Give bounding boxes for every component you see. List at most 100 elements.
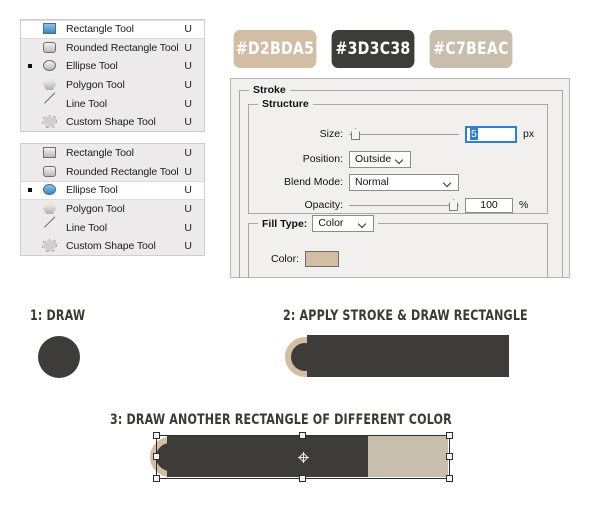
- tool-item-rectangle[interactable]: Rectangle Tool U: [21, 20, 204, 39]
- stroke-group: Stroke Structure Size: 5 px Position: Ou…: [239, 84, 563, 277]
- reference-point-icon[interactable]: [297, 451, 309, 463]
- structure-group: Structure Size: 5 px Position: Outside B…: [248, 98, 548, 214]
- tool-item-custom-shape[interactable]: Custom Shape Tool U: [21, 237, 204, 256]
- tool-item-shortcut: U: [184, 116, 192, 129]
- handle-middle-right[interactable]: [446, 453, 453, 460]
- line-icon: [41, 97, 61, 111]
- color-row: Color:: [249, 250, 547, 268]
- tool-item-custom-shape[interactable]: Custom Shape Tool U: [21, 113, 204, 132]
- active-tool-bullet: [28, 188, 32, 193]
- color-swatch[interactable]: #C7BEAC: [429, 30, 513, 68]
- blend-mode-select[interactable]: Normal: [349, 173, 459, 191]
- position-select[interactable]: Outside: [349, 150, 411, 168]
- tool-item-shortcut: U: [184, 60, 192, 73]
- stroke-group-title: Stroke: [249, 84, 290, 96]
- handle-top-right[interactable]: [446, 432, 453, 439]
- tool-item-rounded-rectangle[interactable]: Rounded Rectangle Tool U: [21, 39, 204, 58]
- opacity-label: Opacity:: [304, 199, 343, 211]
- color-swatch[interactable]: #3D3C38: [331, 30, 415, 68]
- rounded-rectangle-icon: [41, 41, 61, 55]
- polygon-icon: [41, 78, 61, 92]
- fill-type-group: Fill Type: Color Color:: [248, 215, 548, 277]
- position-value: Outside: [355, 152, 392, 165]
- chevron-down-icon: [444, 179, 452, 187]
- tool-item-ellipse[interactable]: Ellipse Tool U: [21, 181, 204, 200]
- opacity-slider-knob[interactable]: [449, 199, 458, 211]
- step-2-caption: 2: APPLY STROKE & DRAW RECTANGLE: [283, 308, 528, 324]
- position-label: Position:: [302, 153, 343, 165]
- tool-item-label: Rectangle Tool: [66, 23, 134, 36]
- tool-item-shortcut: U: [184, 184, 192, 197]
- tool-item-polygon[interactable]: Polygon Tool U: [21, 200, 204, 219]
- tool-item-label: Custom Shape Tool: [66, 240, 156, 253]
- structure-group-title: Structure: [258, 98, 313, 110]
- line-icon: [41, 221, 61, 235]
- chevron-down-icon: [359, 220, 367, 228]
- ellipse-icon: [41, 59, 61, 73]
- opacity-slider[interactable]: [349, 198, 459, 212]
- tool-item-label: Line Tool: [66, 221, 107, 234]
- color-swatch[interactable]: #D2BDA5: [233, 30, 317, 68]
- tool-item-label: Ellipse Tool: [66, 184, 118, 197]
- opacity-unit: %: [519, 199, 529, 211]
- handle-top-center[interactable]: [299, 432, 306, 439]
- step-3-caption: 3: DRAW ANOTHER RECTANGLE OF DIFFERENT C…: [110, 412, 452, 428]
- size-row: Size: 5 px: [249, 125, 547, 143]
- tool-item-label: Ellipse Tool: [66, 60, 118, 73]
- opacity-input[interactable]: 100: [465, 197, 513, 213]
- rounded-rectangle-icon: [41, 165, 61, 179]
- layer-style-stroke-dialog: Stroke Structure Size: 5 px Position: Ou…: [230, 78, 570, 278]
- fill-type-select[interactable]: Color: [312, 215, 375, 232]
- tool-item-shortcut: U: [184, 221, 192, 234]
- blend-mode-label: Blend Mode:: [284, 176, 343, 188]
- rectangle-icon: [41, 22, 61, 36]
- tool-item-rounded-rectangle[interactable]: Rounded Rectangle Tool U: [21, 163, 204, 182]
- active-tool-bullet: [28, 64, 32, 69]
- size-slider-knob[interactable]: [351, 128, 360, 140]
- size-input[interactable]: 5: [465, 125, 517, 143]
- color-label: Color:: [270, 253, 299, 265]
- tool-item-line[interactable]: Line Tool U: [21, 218, 204, 237]
- blend-mode-value: Normal: [355, 175, 389, 188]
- handle-middle-left[interactable]: [153, 453, 160, 460]
- handle-bottom-center[interactable]: [299, 475, 306, 482]
- ellipse-icon: [41, 183, 61, 197]
- step-1-circle: [38, 336, 80, 378]
- handle-top-left[interactable]: [153, 432, 160, 439]
- tool-item-shortcut: U: [184, 23, 192, 36]
- custom-shape-icon: [41, 115, 61, 129]
- tool-item-shortcut: U: [184, 240, 192, 253]
- custom-shape-icon: [41, 239, 61, 253]
- tool-item-shortcut: U: [184, 147, 192, 160]
- tool-item-shortcut: U: [184, 203, 192, 216]
- tool-item-label: Polygon Tool: [66, 203, 125, 216]
- handle-bottom-left[interactable]: [153, 475, 160, 482]
- tool-item-line[interactable]: Line Tool U: [21, 94, 204, 113]
- step-2-rectangle: [307, 335, 509, 377]
- fill-type-label: Fill Type:: [262, 217, 308, 230]
- stroke-color-chip[interactable]: [305, 251, 339, 267]
- blend-mode-row: Blend Mode: Normal: [249, 173, 547, 191]
- size-slider[interactable]: [349, 127, 459, 141]
- size-label: Size:: [319, 128, 343, 140]
- polygon-icon: [41, 202, 61, 216]
- tool-item-ellipse[interactable]: Ellipse Tool U: [21, 57, 204, 76]
- position-row: Position: Outside: [249, 150, 547, 168]
- size-slider-track: [349, 134, 459, 135]
- fill-type-header: Fill Type: Color: [258, 215, 379, 232]
- handle-bottom-right[interactable]: [446, 475, 453, 482]
- shape-tools-flyout-2[interactable]: Rectangle Tool U Rounded Rectangle Tool …: [20, 143, 205, 256]
- shape-tools-flyout-1[interactable]: Rectangle Tool U Rounded Rectangle Tool …: [20, 19, 205, 132]
- rectangle-icon: [41, 146, 61, 160]
- tool-item-polygon[interactable]: Polygon Tool U: [21, 76, 204, 95]
- step-1-caption: 1: DRAW: [30, 308, 86, 324]
- transform-selection-box[interactable]: [153, 432, 453, 482]
- tool-item-label: Rounded Rectangle Tool: [66, 41, 179, 54]
- tool-item-label: Rectangle Tool: [66, 147, 134, 160]
- tool-item-label: Rounded Rectangle Tool: [66, 165, 179, 178]
- tool-item-rectangle[interactable]: Rectangle Tool U: [21, 144, 204, 163]
- tool-item-label: Line Tool: [66, 97, 107, 110]
- tool-item-label: Polygon Tool: [66, 79, 125, 92]
- tool-item-shortcut: U: [184, 97, 192, 110]
- opacity-row: Opacity: 100 %: [249, 196, 547, 214]
